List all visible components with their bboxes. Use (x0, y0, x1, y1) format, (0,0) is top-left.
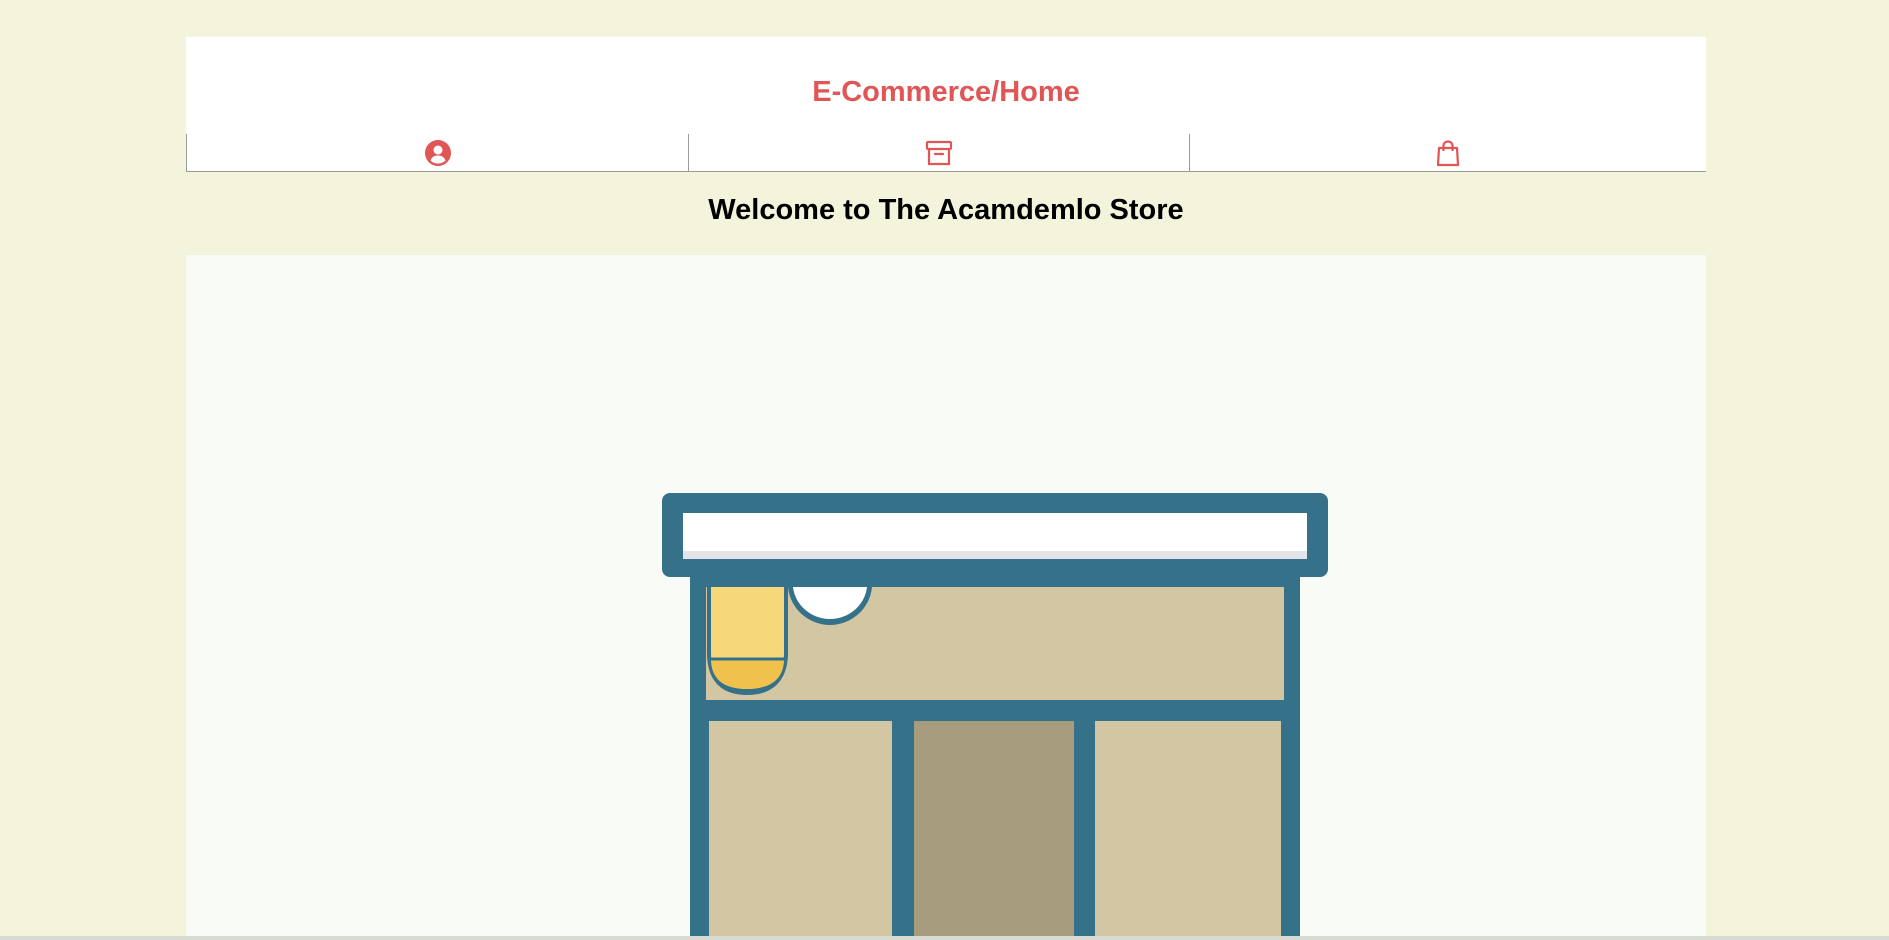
user-circle-icon (424, 139, 452, 167)
archive-box-icon (925, 139, 953, 167)
bottom-edge (0, 936, 1889, 940)
tab-products[interactable] (688, 134, 1189, 171)
page-container: E-Commerce/Home Welcome to The Acamdemlo… (186, 0, 1706, 940)
hero-banner (186, 255, 1706, 940)
shopping-bag-icon (1434, 139, 1462, 167)
site-title[interactable]: E-Commerce/Home (186, 75, 1706, 110)
tab-cart[interactable] (1189, 134, 1706, 171)
tab-account[interactable] (186, 134, 688, 171)
site-header: E-Commerce/Home (186, 37, 1706, 172)
nav-tabs (186, 134, 1706, 172)
welcome-heading: Welcome to The Acamdemlo Store (708, 194, 1184, 226)
store-front-illustration (662, 493, 1328, 940)
